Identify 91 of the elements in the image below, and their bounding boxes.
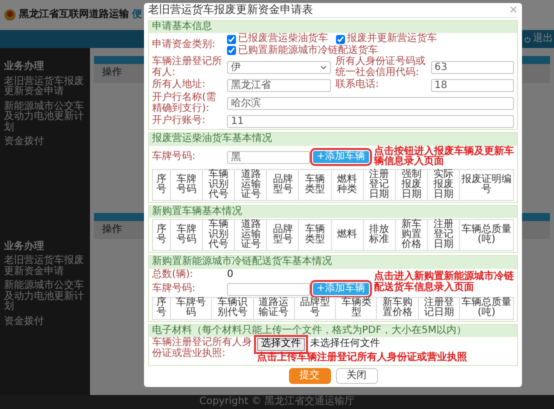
column-header: 车辆识别代号: [202, 220, 235, 251]
annotation-note: 点击进入新购置新能源城市冷链配送货车信息录入页面: [374, 272, 514, 294]
choose-file-button[interactable]: 选择文件: [257, 338, 305, 351]
sidebar-item[interactable]: 老旧营运货车报废更新资金申请: [4, 76, 86, 98]
field-label: 车牌号码:: [152, 152, 196, 162]
input-field[interactable]: 黑: [227, 150, 310, 164]
count-value: 0: [227, 270, 234, 280]
sidebar-item[interactable]: 资金拨付: [4, 316, 86, 327]
column-header: 操作: [102, 68, 122, 78]
column-header: 燃料: [331, 220, 364, 251]
checkbox[interactable]: [227, 46, 236, 56]
field-label: 开户行账号:: [152, 116, 206, 127]
column-header: 新车购置价格: [376, 297, 418, 320]
sidebar-item[interactable]: 新能源城市公交车及动力电池更新计划: [4, 281, 86, 312]
section-heading: 申请基本信息: [149, 20, 517, 34]
power-icon[interactable]: [524, 36, 531, 42]
column-header: 注册登记日期: [418, 297, 460, 320]
field-label: 申请资金类别:: [152, 40, 216, 50]
input-field[interactable]: 18: [430, 79, 514, 92]
column-header: 序号: [152, 169, 170, 200]
checkbox-label: 已购置新能源城市冷链配送货车: [238, 46, 378, 56]
sidebar-heading[interactable]: 业务办理: [4, 242, 86, 252]
sidebar-item[interactable]: 新能源城市公交车及动力电池更新计划: [4, 102, 86, 133]
select-value: 伊: [231, 62, 241, 74]
column-header: 车辆类型: [298, 220, 332, 251]
file-status: 未选择任何文件: [310, 339, 380, 350]
field-label: 车辆注册登记所有人:: [152, 57, 223, 78]
column-header: 序号: [152, 220, 170, 251]
column-header: 道路运输证号: [234, 220, 267, 251]
field-label: 联系电话:: [336, 80, 380, 91]
column-header: 操作: [102, 224, 122, 235]
emblem-icon: [4, 8, 16, 22]
footer-copyright: Copyright © 黑龙江省交通运输厅: [0, 395, 554, 409]
column-header: 实际报废日期: [427, 169, 460, 200]
column-header: 排放标准: [363, 220, 396, 251]
annotation-note: 点击按钮进入报废车辆及更新车辆信息录入页面: [374, 146, 514, 168]
modal-title: 老旧营运货车报废更新资金申请表: [148, 4, 313, 16]
column-header: 品牌型号: [266, 220, 299, 251]
checkbox-label: 报废并更新营运货车: [347, 34, 437, 44]
column-header: 车牌号码: [170, 169, 203, 200]
section-heading: 新购置新能源城市冷链配送货车基本情况: [149, 256, 517, 269]
column-header: 注册登记日期: [363, 169, 396, 200]
close-button[interactable]: ×: [508, 4, 518, 16]
column-header: 品牌型号: [266, 169, 299, 200]
column-header: 强制报废日期: [395, 169, 428, 200]
column-header: 品牌型号: [294, 297, 336, 320]
column-header: 车辆类型: [336, 297, 377, 320]
column-header: 车辆总质量(吨): [460, 220, 514, 251]
column-header: 注册登记日期: [427, 220, 460, 251]
column-header: 报废证明编号: [460, 169, 514, 200]
column-header: 车辆总质量(吨): [460, 297, 514, 320]
column-header: 燃料种类: [331, 169, 364, 200]
checkbox[interactable]: [227, 34, 236, 44]
column-header: 车辆识别代号: [202, 169, 235, 200]
field-label: 车牌号码:: [152, 284, 196, 294]
site-title: 黑龙江省互联网道路运输: [19, 10, 129, 20]
sidebar-heading[interactable]: 业务办理: [4, 62, 86, 72]
section-heading: 新购置车辆基本情况: [149, 206, 517, 218]
section-heading: 电子材料（每个材料只能上传一个文件，格式为PDF，大小在5M以内）: [149, 324, 517, 338]
caret-icon: [320, 65, 326, 70]
close-button[interactable]: 关闭: [336, 368, 378, 384]
annotation-note: 点击上传车辆注册登记所有人身份证或营业执照: [257, 353, 467, 364]
column-header: 道路运输证号: [253, 297, 294, 320]
column-header: 车牌号码: [170, 297, 212, 320]
section-heading: 报废营运柴油货车基本情况: [149, 133, 517, 146]
checkbox-label: 已报废营运柴油货车: [238, 34, 328, 44]
select-field[interactable]: 伊: [227, 61, 330, 74]
input-field[interactable]: [227, 282, 310, 296]
column-header: 新车购置价格: [395, 220, 428, 251]
field-label: 所有人地址:: [152, 80, 206, 91]
input-field[interactable]: 哈尔滨: [227, 97, 514, 110]
field-label: 所有人身份证号码或统一社会信用代码:: [336, 57, 426, 78]
column-header: 道路运输证号: [234, 169, 267, 200]
input-field[interactable]: 63: [430, 61, 514, 74]
input-field[interactable]: 11: [227, 115, 514, 128]
add-vehicle-button[interactable]: +添加车辆: [312, 150, 369, 164]
add-vehicle-button[interactable]: +添加车辆: [312, 282, 369, 296]
column-header: 序号: [152, 297, 170, 320]
checkbox[interactable]: [336, 34, 345, 44]
input-field[interactable]: 黑龙江省: [227, 79, 330, 92]
column-header: 车辆识别代号: [212, 297, 254, 320]
column-header: 车牌号码: [170, 220, 203, 251]
column-header: 车辆类型: [298, 169, 332, 200]
sidebar-item[interactable]: 资金拨付: [4, 137, 86, 148]
site-title-cut: 便: [132, 10, 142, 20]
field-label: 总数(辆):: [152, 270, 194, 280]
submit-button[interactable]: 提交: [288, 368, 330, 384]
field-label: 车辆注册登记所有人身份证或营业执照:: [152, 338, 252, 360]
logout-link[interactable]: 退出: [533, 34, 553, 44]
sidebar-item[interactable]: 老旧营运货车报废更新资金申请: [4, 256, 86, 277]
field-label: 开户行名称(需精确到支行):: [152, 93, 217, 114]
